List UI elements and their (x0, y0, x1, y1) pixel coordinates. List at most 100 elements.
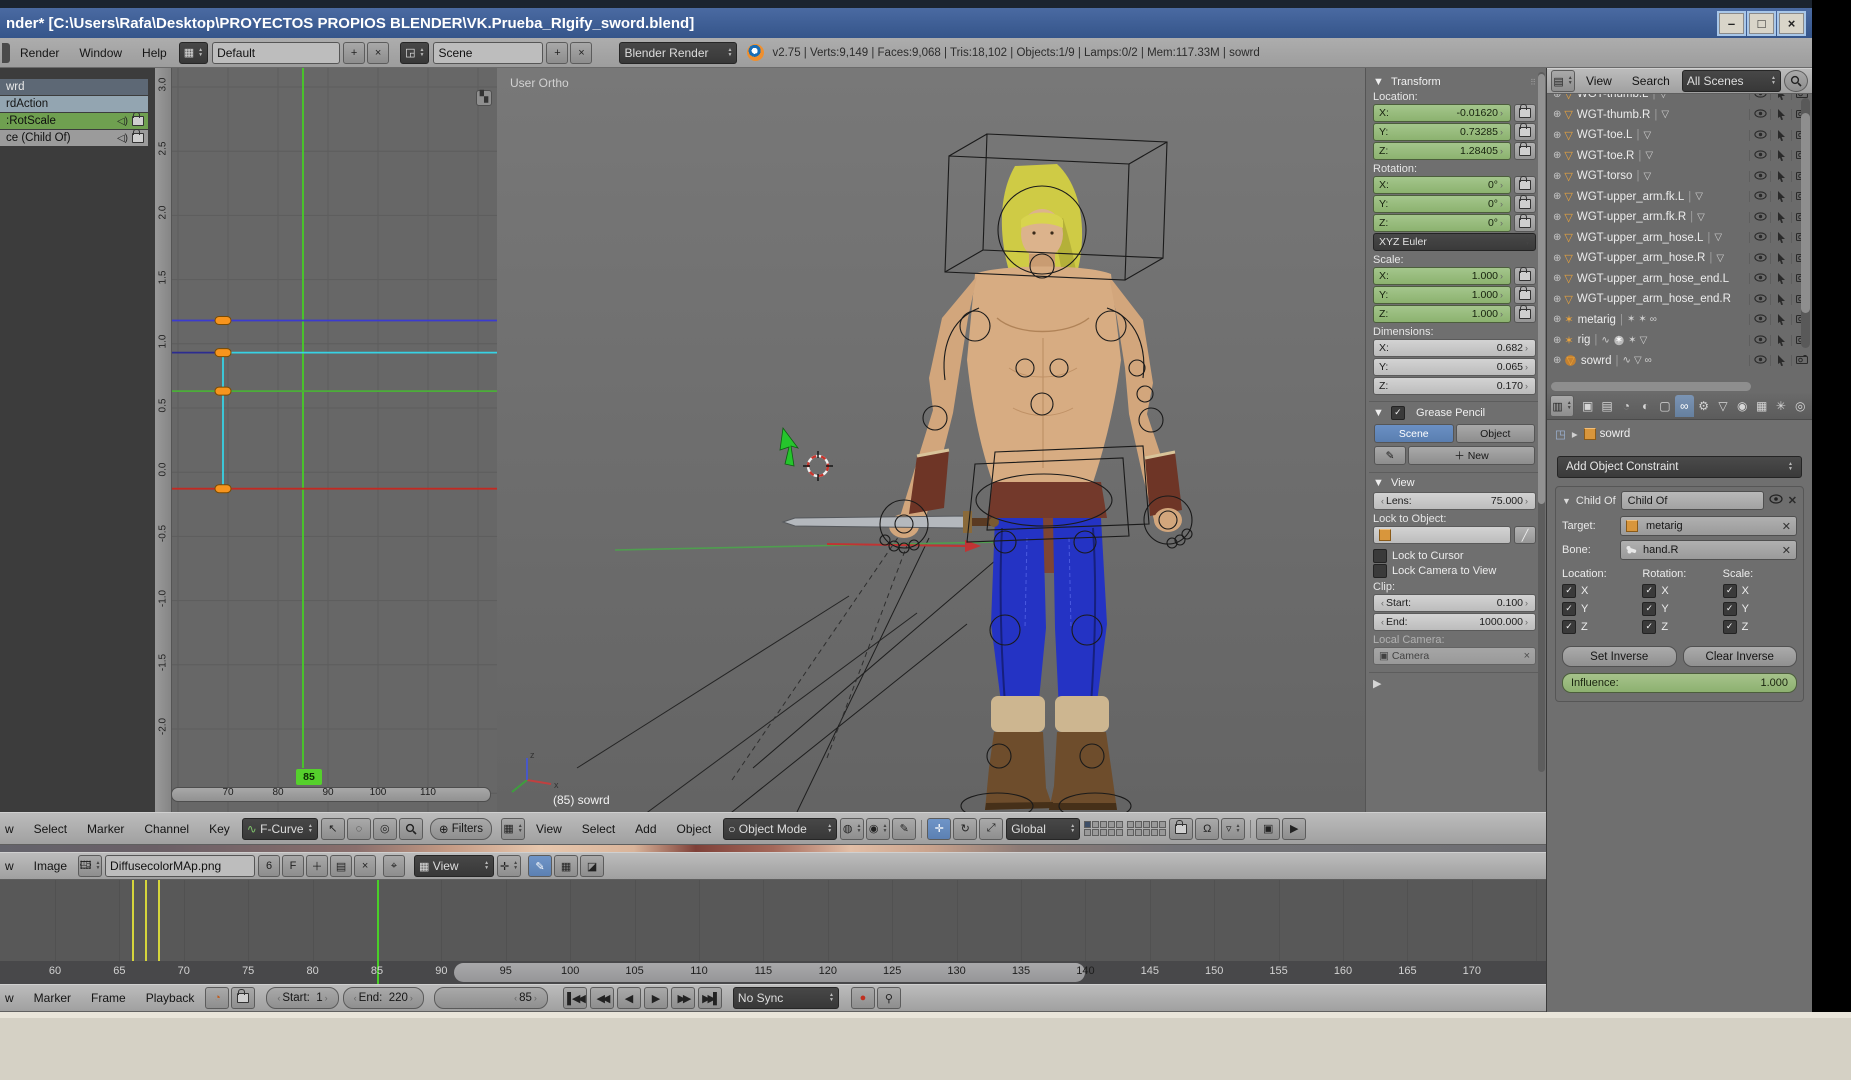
outliner-row[interactable]: ⊕✶metarig|✶✶∞ (1547, 310, 1812, 331)
screen-layout-field[interactable]: Default (212, 42, 340, 64)
cut-panel-header[interactable]: ▶ (1373, 677, 1536, 690)
play-reverse-icon[interactable]: ◀ (617, 987, 641, 1009)
selectability-cursor-icon[interactable] (1770, 335, 1791, 346)
unlink-image-icon[interactable]: × (354, 855, 376, 877)
outliner-row[interactable]: ⊕▽WGT-upper_arm.fk.R|▽ (1547, 207, 1812, 228)
set-inverse-button[interactable]: Set Inverse (1562, 646, 1677, 667)
view-panel-header[interactable]: ▼ View (1373, 477, 1536, 489)
tab-render-icon[interactable]: ▣ (1578, 395, 1597, 417)
lock-icon[interactable] (1514, 286, 1536, 304)
rotation-y-field[interactable]: Y:0°› (1373, 195, 1511, 213)
visibility-eye-icon[interactable] (1749, 171, 1770, 182)
layer-toggle[interactable] (1092, 829, 1099, 836)
layer-toggle[interactable] (1084, 821, 1091, 828)
menu-view[interactable]: View (1576, 74, 1622, 88)
lock-icon[interactable] (1514, 195, 1536, 213)
paint-mode-icon[interactable]: ✎ (528, 855, 552, 877)
orientation-select[interactable]: Global▲▼ (1006, 818, 1080, 840)
curve-cyan[interactable] (223, 353, 497, 488)
menu-select[interactable]: Select (24, 822, 77, 836)
dim-x-field[interactable]: X:0.682› (1373, 339, 1536, 357)
lock-object-field[interactable] (1373, 526, 1511, 544)
layer-toggle[interactable] (1143, 829, 1150, 836)
mode-select[interactable]: ○ Object Mode▲▼ (723, 818, 837, 840)
menu-frame[interactable]: Frame (81, 991, 136, 1005)
render-engine-select[interactable]: Blender Render▲▼ (619, 42, 737, 64)
target-field[interactable]: metarig✕ (1620, 516, 1797, 536)
graph-value-scrollbar[interactable]: 3.02.52.01.51.00.50.0-0.5-1.0-1.5-2.0 (155, 68, 172, 812)
layer-toggle[interactable] (1135, 821, 1142, 828)
selectability-cursor-icon[interactable] (1770, 253, 1791, 264)
layer-toggle[interactable] (1151, 821, 1158, 828)
keying-set-icon[interactable]: ⚲ (877, 987, 901, 1009)
selectability-cursor-icon[interactable] (1770, 212, 1791, 223)
title-bar[interactable]: nder* [C:\Users\Rafa\Desktop\PROYECTOS P… (0, 8, 1812, 38)
timeline-keyframe-marker[interactable] (132, 880, 134, 961)
snap-magnet-icon[interactable]: Ω (1195, 818, 1219, 840)
opengl-render-icon[interactable]: ▣ (1256, 818, 1280, 840)
graph-current-frame-badge[interactable]: 85 (296, 769, 322, 785)
gp-scene-toggle[interactable]: Scene (1374, 424, 1454, 443)
clip-end-field[interactable]: ‹End:1000.000› (1373, 613, 1536, 631)
expand-icon[interactable]: ⊕ (1553, 130, 1561, 141)
clear-inverse-button[interactable]: Clear Inverse (1683, 646, 1798, 667)
gp-new-button[interactable]: ＋ New (1408, 446, 1535, 465)
minimize-button[interactable]: – (1719, 13, 1744, 34)
layers-grid-1[interactable] (1084, 821, 1123, 836)
eye-icon[interactable] (1769, 494, 1783, 507)
tab-constraints-icon[interactable]: ∞ (1675, 395, 1694, 417)
layer-toggle[interactable] (1084, 829, 1091, 836)
menu-window[interactable]: Window (69, 46, 132, 60)
maximize-button[interactable]: □ (1749, 13, 1774, 34)
layers-grid-2[interactable] (1127, 821, 1166, 836)
lock-icon[interactable] (1514, 123, 1536, 141)
zoom-tool-icon[interactable] (399, 818, 423, 840)
lock-icon[interactable] (1514, 176, 1536, 194)
tab-world-icon[interactable]: ◐ (1636, 395, 1655, 417)
lock-icon[interactable] (132, 133, 144, 143)
outliner-row[interactable]: ⊕✶rig|∿✶✶▽ (1547, 330, 1812, 351)
expand-icon[interactable]: ⊕ (1553, 314, 1561, 325)
manipulator-translate-icon[interactable]: ✛ (927, 818, 951, 840)
tab-texture-icon[interactable]: ▦ (1752, 395, 1771, 417)
graph-region-expand-icon[interactable]: ▚ (476, 90, 492, 106)
scene-delete-button[interactable]: × (570, 42, 592, 64)
selectability-cursor-icon[interactable] (1770, 171, 1791, 182)
preview-range-clock-icon[interactable]: ◔ (205, 987, 229, 1009)
record-button[interactable]: ● (851, 987, 875, 1009)
menu-channel[interactable]: Channel (134, 822, 199, 836)
scale-x-checkbox[interactable]: ✓ (1723, 584, 1737, 598)
dim-y-field[interactable]: Y:0.065› (1373, 358, 1536, 376)
selectability-cursor-icon[interactable] (1770, 294, 1791, 305)
visibility-eye-icon[interactable] (1749, 355, 1770, 366)
expand-icon[interactable]: ⊕ (1553, 253, 1561, 264)
speaker-icon[interactable]: ◁) (117, 133, 128, 144)
visibility-eye-icon[interactable] (1749, 191, 1770, 202)
menu-image[interactable]: Image (24, 859, 77, 873)
lock-icon[interactable] (1514, 267, 1536, 285)
image-name-field[interactable]: DiffusecolorMAp.png (105, 855, 255, 877)
image-editor-canvas[interactable] (0, 845, 1546, 852)
visibility-eye-icon[interactable] (1749, 109, 1770, 120)
close-button[interactable]: × (1779, 13, 1804, 34)
bone-field[interactable]: hand.R✕ (1620, 540, 1797, 560)
outliner-row[interactable]: ⊕▽WGT-upper_arm_hose_end.R (1547, 289, 1812, 310)
lock-icon[interactable] (1514, 142, 1536, 160)
editor-type-icon[interactable]: ▤▲▼ (1551, 70, 1575, 92)
jump-to-start-icon[interactable]: ▌◀◀ (563, 987, 587, 1009)
location-z-checkbox[interactable]: ✓ (1562, 620, 1576, 634)
layout-add-button[interactable]: + (343, 42, 365, 64)
expand-icon[interactable]: ⊕ (1553, 150, 1561, 161)
editor-type-icon[interactable]: ▦▲▼ (501, 818, 525, 840)
outliner-row[interactable]: ⊕▽WGT-torso|▽ (1547, 166, 1812, 187)
tab-material-icon[interactable]: ◉ (1733, 395, 1752, 417)
layer-toggle[interactable] (1151, 829, 1158, 836)
tab-object-icon[interactable]: ▢ (1655, 395, 1674, 417)
rotation-y-checkbox[interactable]: ✓ (1642, 602, 1656, 616)
graph-mode-select[interactable]: ∿ F-Curve▲▼ (242, 818, 318, 840)
menu-object[interactable]: Object (667, 822, 722, 836)
n-panel[interactable]: ▼ Transform⠿ Location: X:-0.01620› Y:0.7… (1365, 68, 1546, 812)
mask-mode-icon[interactable]: ◪ (580, 855, 604, 877)
collapse-icon[interactable]: ▼ (1562, 496, 1571, 506)
timeline-keyframe-marker[interactable] (158, 880, 160, 961)
